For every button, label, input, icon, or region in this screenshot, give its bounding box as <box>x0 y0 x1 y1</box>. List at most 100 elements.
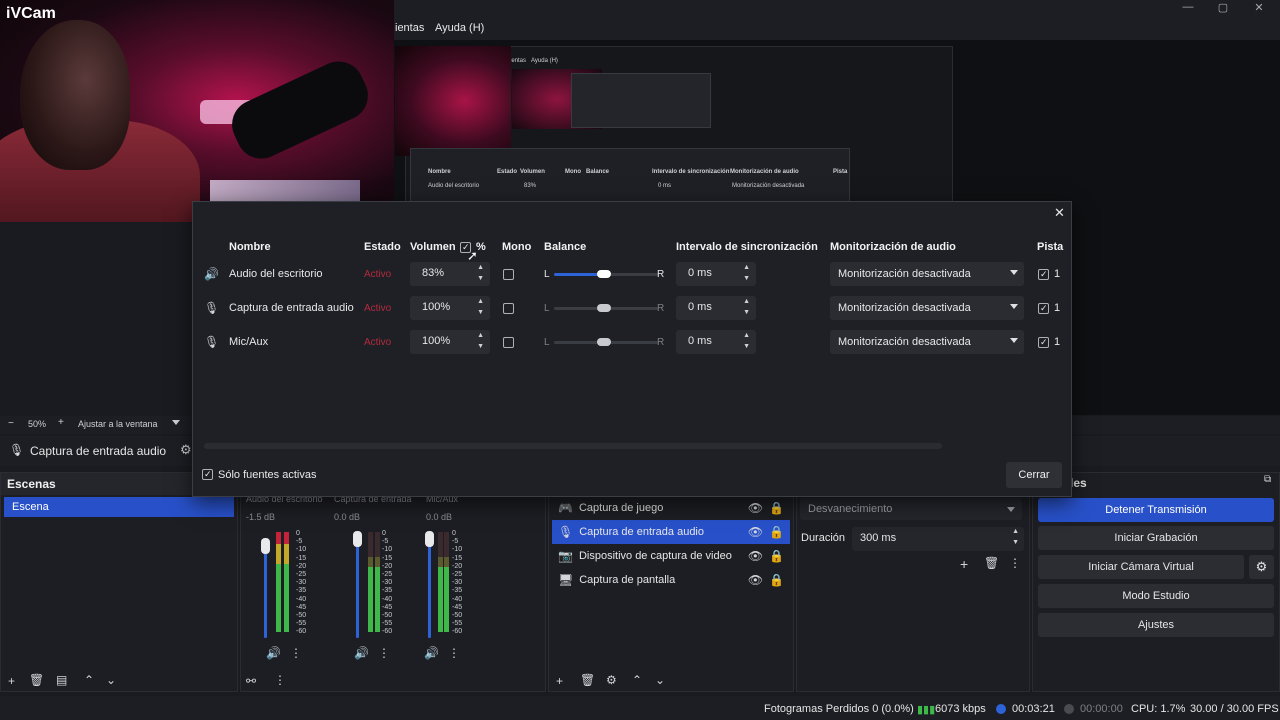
mono-checkbox[interactable] <box>503 269 514 280</box>
volume-spinbox[interactable]: 83% ▲ ▼ <box>410 262 490 286</box>
zoom-in-icon[interactable]: + <box>58 417 64 428</box>
studio-mode-button[interactable]: Modo Estudio <box>1038 584 1274 608</box>
preview-mini-header-tracks: Pista <box>833 169 848 175</box>
duration-spinbox[interactable]: 300 ms ▲ ▼ <box>852 527 1024 551</box>
sync-offset-spinbox[interactable]: 0 ms ▲ ▼ <box>676 262 756 286</box>
remove-scene-trash-icon[interactable]: 🗑 <box>29 673 44 687</box>
audio-monitoring-select[interactable]: Monitorización desactivada <box>830 296 1024 320</box>
fit-dropdown-icon[interactable] <box>172 420 180 425</box>
source-item-game-capture[interactable]: 🎮 Captura de juego 👁 🔒 <box>552 496 790 520</box>
mono-checkbox[interactable] <box>503 303 514 314</box>
mute-speaker-icon[interactable]: 🔊 <box>354 646 369 660</box>
lock-icon[interactable]: 🔒 <box>769 549 784 563</box>
source-properties-gear-icon[interactable]: ⚙ <box>606 673 617 687</box>
dialog-close-icon[interactable]: ✕ <box>1054 205 1065 221</box>
add-scene-icon[interactable]: + <box>8 674 15 688</box>
fit-to-window[interactable]: Ajustar a la ventana <box>78 419 158 429</box>
volume-spinbox[interactable]: 100% ▲ ▼ <box>410 330 490 354</box>
spin-up-icon[interactable]: ▲ <box>477 298 484 305</box>
sync-offset-spinbox[interactable]: 0 ms ▲ ▼ <box>676 296 756 320</box>
mute-speaker-icon[interactable]: 🔊 <box>266 646 281 660</box>
stop-streaming-button[interactable]: Detener Transmisión <box>1038 498 1274 522</box>
channel-menu-icon[interactable]: ⋮ <box>290 646 302 660</box>
move-scene-up-icon[interactable]: ⌃ <box>84 673 94 687</box>
signal-bars-icon: ▮▮▮ <box>917 704 936 716</box>
start-virtual-camera-button[interactable]: Iniciar Cámara Virtual <box>1038 555 1244 579</box>
spin-down-icon[interactable]: ▼ <box>477 275 484 282</box>
mono-checkbox[interactable] <box>503 337 514 348</box>
spin-up-icon[interactable]: ▲ <box>743 264 750 271</box>
spin-up-icon[interactable]: ▲ <box>477 332 484 339</box>
volume-fader-knob[interactable] <box>425 531 434 547</box>
volume-fader[interactable] <box>356 538 359 638</box>
meter-tick-label: -60 <box>382 628 393 636</box>
dialog-horizontal-scrollbar[interactable] <box>204 443 942 449</box>
spin-down-icon[interactable]: ▼ <box>743 309 750 316</box>
settings-button[interactable]: Ajustes <box>1038 613 1274 637</box>
active-sources-only-checkbox[interactable] <box>202 469 213 480</box>
spin-up-icon[interactable]: ▲ <box>477 264 484 271</box>
menu-tools[interactable]: ientas <box>395 22 424 34</box>
balance-slider-knob[interactable] <box>597 270 611 278</box>
channel-menu-icon[interactable]: ⋮ <box>378 646 390 660</box>
recording-indicator-icon <box>1064 704 1074 714</box>
add-source-icon[interactable]: + <box>556 674 563 688</box>
transition-menu-icon[interactable]: ⋮ <box>1009 556 1021 570</box>
preview-mini-row-sync: 0 ms <box>658 183 672 189</box>
track-checkbox[interactable] <box>1038 303 1049 314</box>
move-source-up-icon[interactable]: ⌃ <box>632 673 642 687</box>
move-source-down-icon[interactable]: ⌄ <box>655 673 665 687</box>
start-recording-button[interactable]: Iniciar Grabación <box>1038 526 1274 550</box>
source-item-display-capture[interactable]: 🖥 Captura de pantalla 👁 🔒 <box>552 568 790 592</box>
minimize-button[interactable]: — <box>1181 1 1195 15</box>
close-window-button[interactable]: ✕ <box>1252 1 1266 15</box>
source-item-video-device[interactable]: 📷 Dispositivo de captura de video 👁 🔒 <box>552 544 790 568</box>
spin-up-icon[interactable]: ▲ <box>743 332 750 339</box>
zoom-out-icon[interactable]: − <box>8 418 14 429</box>
visibility-eye-icon[interactable]: 👁 <box>748 525 763 539</box>
mute-speaker-icon[interactable]: 🔊 <box>424 646 439 660</box>
scene-item[interactable]: Escena <box>4 497 234 517</box>
lock-icon[interactable]: 🔒 <box>769 525 784 539</box>
spin-up-icon[interactable]: ▲ <box>1012 528 1019 535</box>
scene-filters-icon[interactable]: ▤ <box>56 673 67 687</box>
track-checkbox[interactable] <box>1038 269 1049 280</box>
spin-down-icon[interactable]: ▼ <box>743 275 750 282</box>
source-settings-gear-icon[interactable]: ⚙ <box>180 442 192 458</box>
channel-menu-icon[interactable]: ⋮ <box>448 646 460 660</box>
lock-icon[interactable]: 🔒 <box>769 501 784 515</box>
spin-down-icon[interactable]: ▼ <box>1012 539 1019 546</box>
track-checkbox[interactable] <box>1038 337 1049 348</box>
meter-tick-label: -25 <box>452 571 463 578</box>
volume-fader[interactable] <box>428 538 431 638</box>
maximize-button[interactable]: ▢ <box>1216 1 1230 15</box>
spin-up-icon[interactable]: ▲ <box>743 298 750 305</box>
spin-down-icon[interactable]: ▼ <box>477 309 484 316</box>
mixer-menu-icon[interactable]: ⋮ <box>274 673 286 687</box>
move-scene-down-icon[interactable]: ⌄ <box>106 673 116 687</box>
dialog-close-button[interactable]: Cerrar <box>1006 462 1062 488</box>
remove-source-trash-icon[interactable]: 🗑 <box>580 673 595 687</box>
volume-fader-knob[interactable] <box>261 538 270 554</box>
spin-down-icon[interactable]: ▼ <box>477 343 484 350</box>
visibility-eye-icon[interactable]: 👁 <box>748 573 763 587</box>
menu-help[interactable]: Ayuda (H) <box>435 22 484 34</box>
lock-icon[interactable]: 🔒 <box>769 573 784 587</box>
source-item-audio-input[interactable]: 🎙 Captura de entrada audio 👁 🔒 <box>552 520 790 544</box>
virtual-camera-gear-icon[interactable]: ⚙ <box>1249 555 1274 579</box>
sync-offset-spinbox[interactable]: 0 ms ▲ ▼ <box>676 330 756 354</box>
remove-transition-trash-icon[interactable]: 🗑 <box>984 556 999 570</box>
undock-icon[interactable]: ⧉ <box>1264 474 1271 485</box>
audio-monitoring-select[interactable]: Monitorización desactivada <box>830 330 1024 354</box>
transition-type-select[interactable]: Desvanecimiento <box>800 498 1022 520</box>
preview-mini-header-status: Estado <box>497 169 518 175</box>
cam-person-head <box>20 20 130 170</box>
mixer-link-icon[interactable]: ⚯ <box>246 674 256 688</box>
add-transition-icon[interactable]: + <box>960 556 968 572</box>
visibility-eye-icon[interactable]: 👁 <box>748 549 763 563</box>
volume-spinbox[interactable]: 100% ▲ ▼ <box>410 296 490 320</box>
audio-monitoring-select[interactable]: Monitorización desactivada <box>830 262 1024 286</box>
volume-fader-knob[interactable] <box>353 531 362 547</box>
visibility-eye-icon[interactable]: 👁 <box>748 501 763 515</box>
spin-down-icon[interactable]: ▼ <box>743 343 750 350</box>
